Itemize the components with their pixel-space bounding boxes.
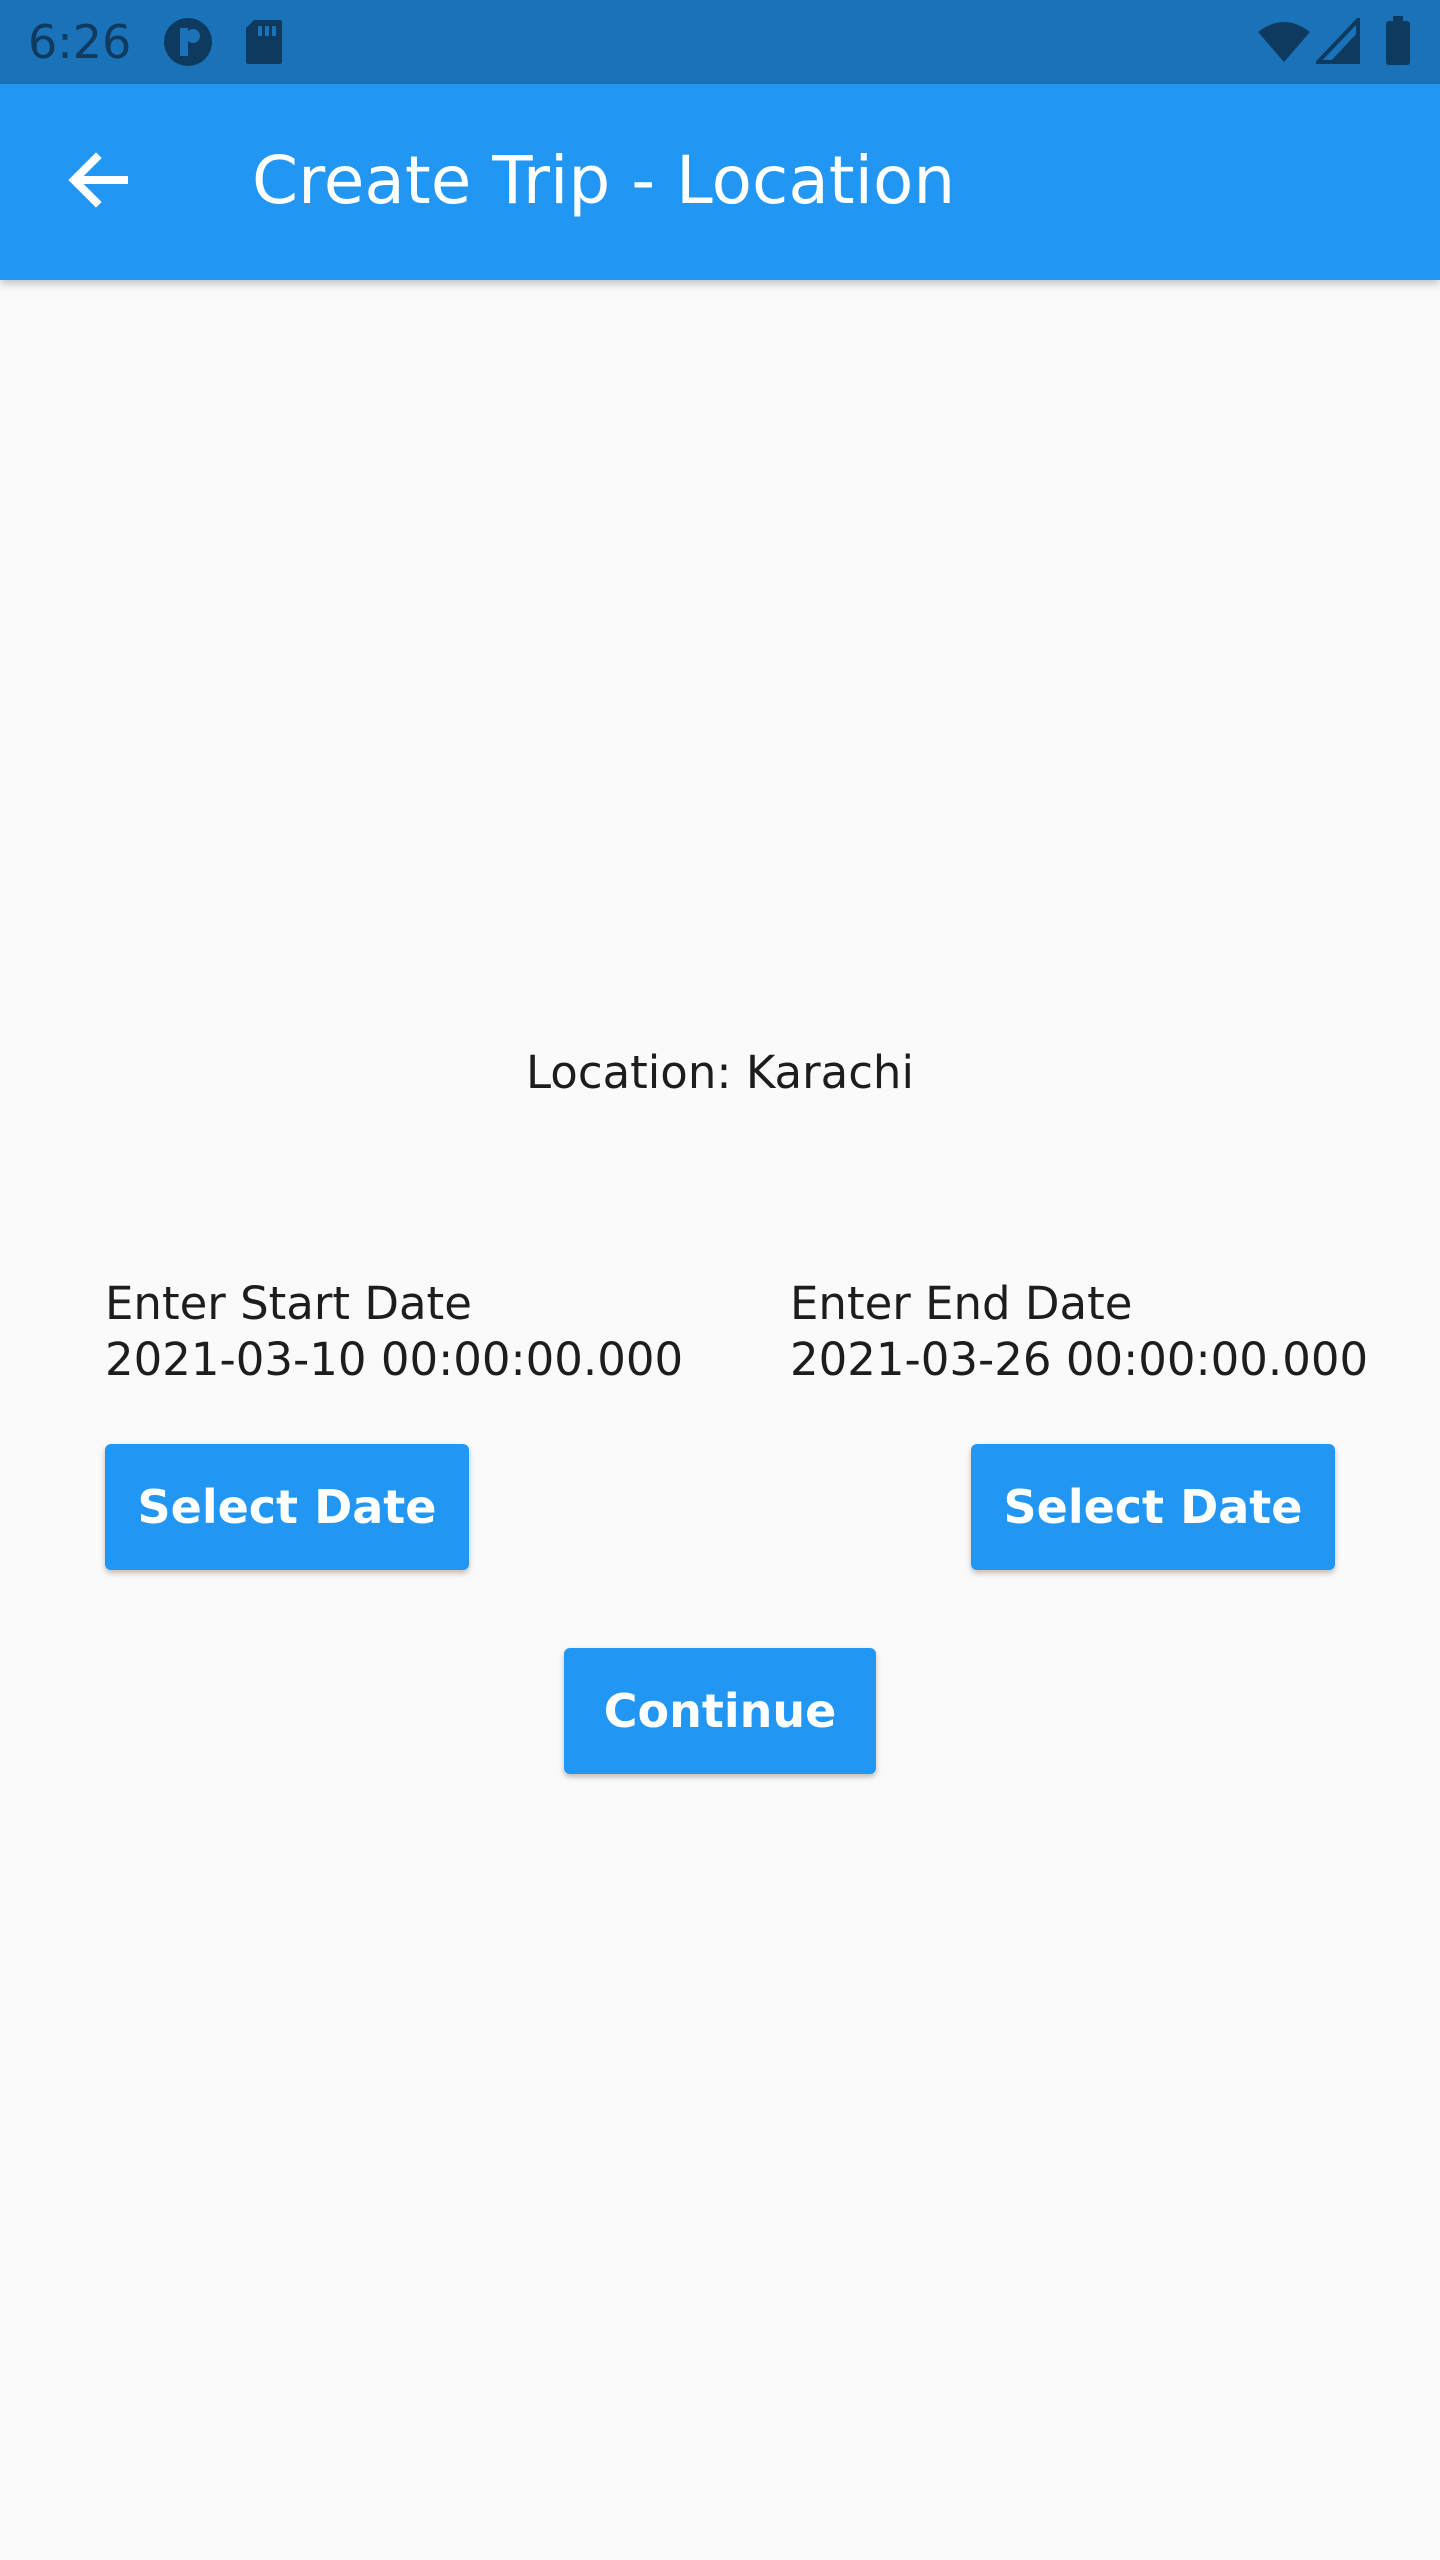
end-date-label: Enter End Date (790, 1277, 1133, 1330)
location-text: Location: Karachi (526, 1046, 914, 1099)
continue-button[interactable]: Continue (564, 1648, 876, 1774)
start-date-value: 2021-03-10 00:00:00.000 (105, 1333, 684, 1386)
battery-icon (1386, 16, 1410, 65)
notification-icon (164, 18, 212, 66)
select-start-date-button[interactable]: Select Date (105, 1444, 469, 1570)
arrow-back-icon (68, 152, 128, 208)
sd-card-icon (246, 20, 282, 64)
back-button[interactable] (50, 132, 146, 228)
status-bar: 6:26 (0, 0, 1440, 84)
end-date-value: 2021-03-26 00:00:00.000 (790, 1333, 1369, 1386)
wifi-icon (1258, 22, 1310, 62)
select-end-date-button[interactable]: Select Date (971, 1444, 1335, 1570)
page-title: Create Trip - Location (252, 142, 956, 219)
start-date-label: Enter Start Date (105, 1277, 472, 1330)
signal-icon (1316, 18, 1360, 64)
status-time: 6:26 (28, 15, 132, 69)
